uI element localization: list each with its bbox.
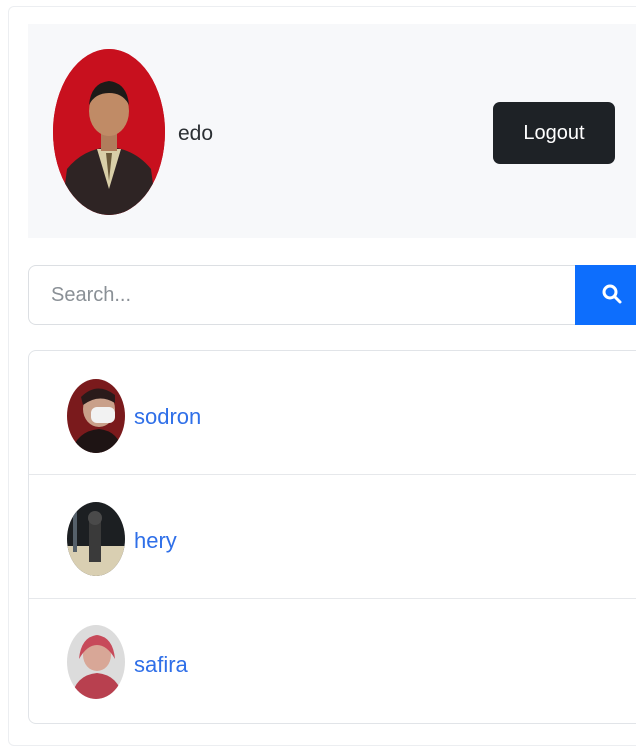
list-item[interactable]: hery (29, 475, 636, 599)
search-bar (28, 265, 636, 325)
avatar (67, 379, 125, 453)
search-icon (601, 283, 623, 308)
user-link-hery[interactable]: hery (134, 528, 177, 554)
avatar (67, 625, 125, 699)
avatar (53, 49, 165, 215)
search-input[interactable] (28, 265, 576, 325)
profile-header: edo Logout (28, 24, 636, 238)
user-link-sodron[interactable]: sodron (134, 404, 201, 430)
user-list: sodron hery safira (28, 350, 636, 724)
list-item[interactable]: safira (29, 599, 636, 723)
username: edo (178, 122, 214, 145)
logout-button[interactable]: Logout (493, 102, 615, 164)
list-item[interactable]: sodron (29, 351, 636, 475)
search-button[interactable] (575, 265, 636, 325)
user-link-safira[interactable]: safira (134, 652, 188, 678)
avatar (67, 502, 125, 576)
